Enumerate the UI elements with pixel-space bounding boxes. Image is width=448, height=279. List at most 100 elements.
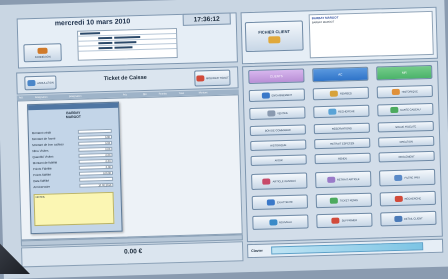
- ticket-modify-label: MODIFIER TICKET: [206, 76, 229, 80]
- recherche-button[interactable]: RECHERCHE: [313, 104, 370, 119]
- en-attente-button[interactable]: EN ATTENTE: [251, 194, 309, 210]
- nouveau-button[interactable]: NOUVEAU: [252, 214, 309, 230]
- field-label: Anniversaire: [33, 184, 51, 189]
- edit-icon: [195, 75, 205, 82]
- ticket-cancel-button[interactable]: ANNULATION: [24, 75, 57, 91]
- client-file-label: FICHIER CLIENT: [258, 28, 290, 35]
- btn-label: RENDU: [337, 156, 348, 161]
- col-header: Réf.: [18, 96, 24, 100]
- remises-button[interactable]: REMISES: [312, 86, 370, 101]
- col-header: Total: [178, 91, 184, 95]
- btn-label: AVOIR: [274, 158, 283, 162]
- reservations-button[interactable]: RESERVATIONS: [313, 122, 370, 135]
- btn-label: REMISES: [339, 91, 352, 95]
- visits-qty-field[interactable]: 0.00: [78, 152, 113, 158]
- history-icon: [391, 88, 400, 96]
- tab-clients-label: CLIENTS: [269, 74, 283, 79]
- client-notes[interactable]: NOTES: [33, 191, 115, 227]
- btn-label: CREATION: [399, 139, 413, 144]
- loyalty-amount-field[interactable]: 0.00: [78, 158, 113, 164]
- connexion-button[interactable]: CONNEXION: [23, 43, 62, 63]
- loyalty-points-field[interactable]: 0.00: [78, 164, 113, 170]
- ventes-button[interactable]: VENTES: [249, 106, 306, 121]
- field-label: Date fidélité: [33, 178, 50, 183]
- field-label: Nbre Visites: [32, 148, 49, 153]
- session-table: [76, 28, 178, 61]
- solde-fidelite-button[interactable]: SOLDE FIDELITE: [377, 120, 434, 133]
- btn-label: SUPPRIMER: [341, 218, 358, 222]
- col-header: Remise: [158, 92, 167, 96]
- credit-field[interactable]: [77, 128, 112, 134]
- client-file-button[interactable]: FICHIER CLIENT: [244, 20, 304, 53]
- cash-icon: [261, 92, 270, 99]
- ticket-modify-button[interactable]: MODIFIER TICKET: [194, 69, 231, 87]
- btn-label: BON DE COMMANDE: [264, 128, 291, 133]
- ticket-total: 0.00 €: [124, 248, 143, 256]
- btn-label: ENCAISSEMENT: [271, 93, 293, 97]
- unsold-icon: [262, 178, 271, 185]
- field-label: Montant de l'avoir: [31, 135, 56, 141]
- gift-card-field[interactable]: 0.00: [78, 140, 113, 146]
- bon-commande-button[interactable]: BON DE COMMANDE: [249, 124, 306, 137]
- avoir-field[interactable]: 0.00: [77, 134, 113, 140]
- details-icon: [393, 215, 403, 223]
- keyboard-input[interactable]: [270, 242, 423, 255]
- loyalty-date-field[interactable]: [79, 176, 114, 182]
- discount-icon: [329, 90, 339, 97]
- btn-label: RESERVATIONS: [331, 126, 352, 131]
- field-label: Quantité Visites: [32, 154, 54, 159]
- tab-ac[interactable]: AC: [312, 66, 369, 83]
- birthday-field[interactable]: 10.02.2010: [79, 182, 114, 188]
- supprimer-button[interactable]: SUPPRIMER: [316, 212, 373, 229]
- recherche-2-button[interactable]: RECHERCHE: [379, 190, 436, 207]
- rendu-button[interactable]: RENDU: [314, 152, 371, 165]
- visits-field[interactable]: 0.00: [78, 146, 113, 152]
- connexion-label: CONNEXION: [34, 55, 51, 59]
- carte-cadeau-button[interactable]: CARTE CADEAU: [377, 102, 434, 117]
- field-label: Points fidélité: [32, 172, 51, 177]
- encaissement-button[interactable]: ENCAISSEMENT: [248, 88, 306, 103]
- tab-mr[interactable]: MR: [376, 64, 433, 81]
- reglement-button[interactable]: REGLEMENT: [378, 150, 435, 163]
- historique-2-button[interactable]: HISTORIQUE: [250, 139, 307, 152]
- field-label: Points Fidélité: [32, 166, 52, 171]
- field-label: Montant de fidélité: [32, 159, 58, 165]
- search-icon: [328, 108, 337, 115]
- retrait-especes-button[interactable]: RETRAIT ESPECES: [314, 137, 371, 150]
- field-label: Montant de bon cadeau: [32, 141, 64, 147]
- ticket-remis-button[interactable]: TICKET REMIS: [315, 192, 373, 209]
- search-icon: [394, 195, 403, 203]
- tab-clients[interactable]: CLIENTS: [248, 68, 305, 85]
- btn-label: EN ATTENTE: [276, 200, 293, 204]
- article-invendu-button[interactable]: ARTICLE INVENDU: [251, 172, 308, 191]
- filtre-prix-button[interactable]: FILTRE PRIX: [379, 168, 436, 187]
- keyboard-bar[interactable]: Clavier: [247, 238, 444, 259]
- btn-label: ARTICLE INVENDU: [272, 179, 296, 183]
- time-display: 17:36:12: [182, 12, 231, 26]
- notes-label: NOTES: [35, 195, 45, 200]
- btn-label: SOLDE FIDELITE: [395, 124, 417, 129]
- retrait-article-button[interactable]: RETRAIT ARTICLE: [315, 170, 372, 189]
- btn-label: RECHERCHE: [338, 109, 355, 114]
- col-header: Prix: [122, 93, 127, 97]
- delete-icon: [331, 217, 340, 224]
- creation-button[interactable]: CREATION: [378, 135, 435, 148]
- client-info-box: BARBAY MARGOT BARBAY MARGOT: [308, 10, 434, 59]
- user-icon: [37, 47, 48, 54]
- filter-icon: [394, 174, 403, 182]
- btn-label: FILTRE PRIX: [404, 175, 421, 180]
- avoir-button[interactable]: AVOIR: [250, 154, 307, 167]
- historique-button[interactable]: HISTORIQUE: [376, 84, 433, 99]
- receipt-icon: [329, 197, 338, 204]
- ticket-cancel-label: ANNULATION: [37, 80, 54, 85]
- detail-client-button[interactable]: DETAIL CLIENT: [380, 210, 437, 227]
- loyalty-points-2-field[interactable]: 100.00: [78, 170, 114, 176]
- sales-icon: [267, 110, 276, 117]
- tab-mr-label: MR: [401, 70, 407, 75]
- gift-icon: [390, 106, 399, 114]
- field-label: Montant crédit: [31, 130, 51, 135]
- btn-label: HISTORIQUE: [270, 143, 287, 147]
- folder-icon: [268, 36, 281, 44]
- btn-label: RECHERCHE: [404, 196, 422, 201]
- btn-label: HISTORIQUE: [401, 89, 418, 94]
